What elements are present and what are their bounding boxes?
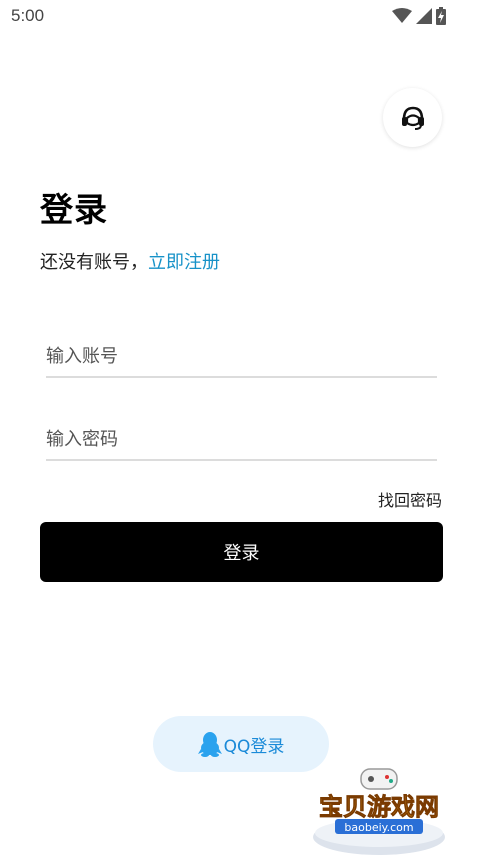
password-input[interactable] [46, 421, 437, 457]
customer-service-button[interactable] [383, 88, 442, 147]
login-button[interactable]: 登录 [40, 522, 443, 582]
watermark-url: baobeiy.com [344, 821, 413, 834]
status-bar: 5:00 [0, 0, 483, 32]
register-prompt-text: 还没有账号， [40, 252, 148, 273]
watermark-gamepad-icon [360, 768, 398, 790]
register-prompt-line: 还没有账号，立即注册 [40, 248, 220, 274]
site-watermark: 宝贝游戏网 baobeiy.com [305, 765, 453, 857]
page-title: 登录 [40, 190, 108, 229]
battery-charging-icon [436, 7, 446, 25]
password-field [46, 421, 437, 461]
wifi-icon [392, 8, 412, 23]
account-input[interactable] [46, 338, 437, 374]
account-field [46, 338, 437, 378]
qq-penguin-icon [197, 732, 222, 757]
qq-login-label: QQ登录 [223, 736, 285, 757]
status-icons [392, 6, 446, 26]
forgot-password-link[interactable]: 找回密码 [378, 487, 442, 511]
qq-login-button[interactable]: QQ登录 [153, 716, 329, 772]
cell-signal-icon [416, 8, 432, 24]
register-link[interactable]: 立即注册 [148, 252, 220, 273]
status-time: 5:00 [11, 6, 45, 25]
customer-service-headset-icon [401, 106, 424, 130]
login-screen: 5:00 登录 还没有账号，立即注册 输入账号 找回密码 登录 QQ登录 宝贝游… [0, 0, 483, 859]
watermark-title: 宝贝游戏网 [319, 793, 439, 821]
